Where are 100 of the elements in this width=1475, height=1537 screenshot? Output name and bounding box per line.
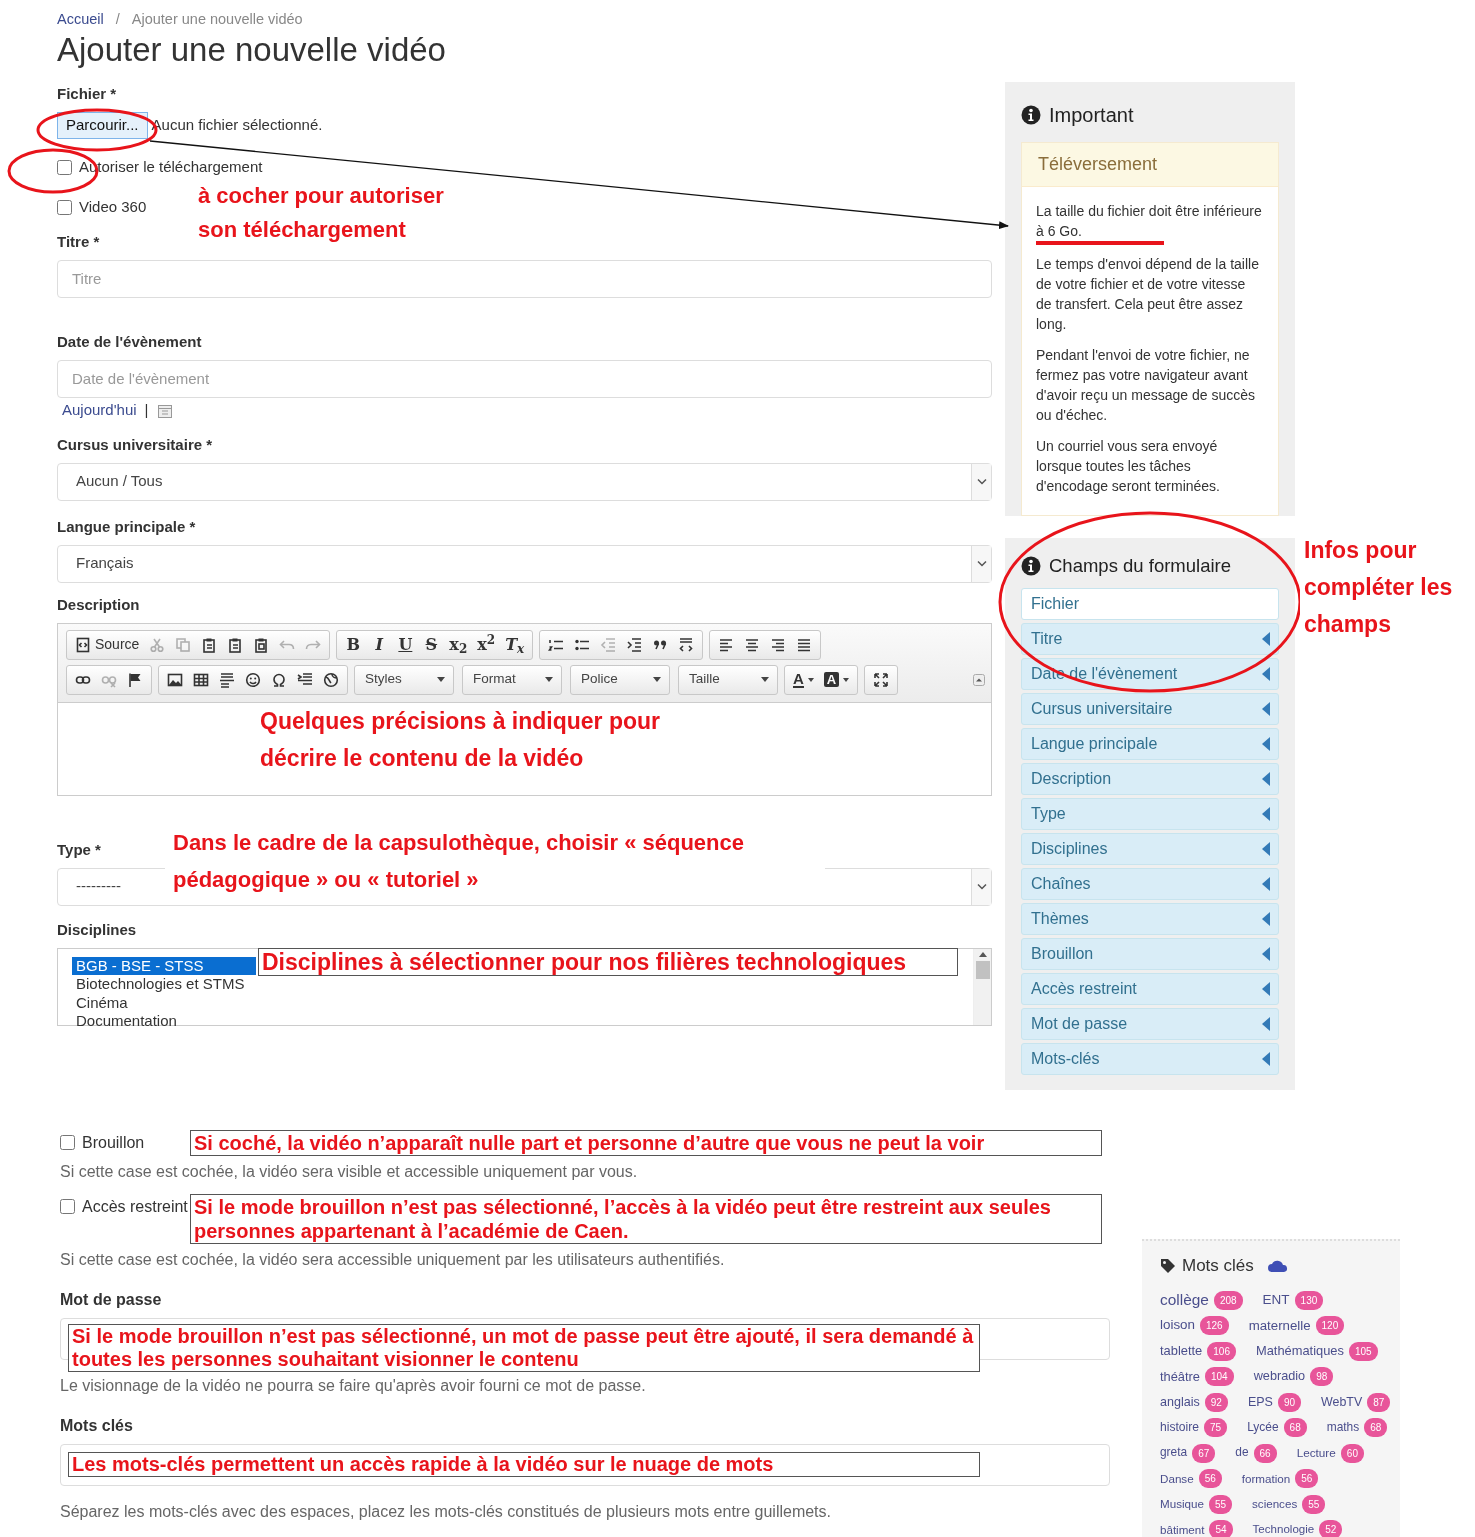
- scrollbar-thumb[interactable]: [975, 960, 990, 979]
- dropdown-caret-icon: [976, 560, 987, 567]
- keyword-tag[interactable]: Lycée 68: [1247, 1415, 1307, 1440]
- annotation-tooltip: Disciplines à sélectionner pour nos filières technologiques: [258, 947, 958, 976]
- text-color-button[interactable]: A: [788, 667, 819, 692]
- keyword-tag[interactable]: bâtiment 54: [1160, 1517, 1233, 1537]
- today-link[interactable]: Aujourd'hui: [62, 399, 137, 422]
- strikethrough-button[interactable]: S: [418, 632, 445, 657]
- count-badge: 56: [1198, 1469, 1222, 1488]
- caret-left-icon: [1262, 1051, 1270, 1066]
- keyword-tag[interactable]: tablette 106: [1160, 1339, 1236, 1363]
- flag-icon: [127, 671, 143, 688]
- keyword-tag[interactable]: EPS 90: [1247, 1390, 1302, 1414]
- keyword-tag[interactable]: maternelle 120: [1248, 1313, 1345, 1338]
- keyword-tag[interactable]: WebTV 87: [1321, 1390, 1391, 1414]
- help-text: Si cette case est cochée, la vidéo sera accessible uniquement par les utilisateurs authentifiés.: [60, 1249, 726, 1270]
- scrollbar[interactable]: [973, 948, 991, 1025]
- scroll-up-icon: [978, 951, 987, 957]
- source-button[interactable]: Source: [70, 632, 145, 657]
- caret-left-icon: [1262, 771, 1270, 786]
- style-dropdown[interactable]: Police: [570, 664, 670, 695]
- checkbox[interactable]: [57, 200, 72, 215]
- smiley-icon: [245, 671, 261, 688]
- keyword-tag[interactable]: ENT 130: [1262, 1288, 1324, 1312]
- count-badge: 75: [1204, 1418, 1228, 1437]
- style-dropdown[interactable]: Format: [462, 664, 562, 695]
- keyword-tag[interactable]: Technologie 52: [1252, 1517, 1343, 1537]
- annotation-text: à cocher pour autoriser son téléchargement: [198, 181, 445, 244]
- field-list-item[interactable]: Titre: [1021, 622, 1279, 655]
- subscript-button[interactable]: x$_{2}$: [444, 632, 473, 657]
- keyword-tag[interactable]: greta 67: [1160, 1441, 1216, 1465]
- field-label: Mot de passe: [60, 1289, 162, 1310]
- field-list-item[interactable]: Mots-clés: [1021, 1042, 1279, 1075]
- field-list-item[interactable]: Description: [1021, 762, 1279, 795]
- keyword-tag[interactable]: maths 68: [1326, 1415, 1388, 1440]
- field-list-item[interactable]: Thèmes: [1021, 902, 1279, 935]
- caret-left-icon: [1262, 876, 1270, 891]
- background-color-button[interactable]: A: [818, 667, 855, 692]
- keyword-tag[interactable]: formation 56: [1241, 1466, 1319, 1491]
- field-list-item[interactable]: Brouillon: [1021, 937, 1279, 970]
- horizontal-rule-icon: [219, 671, 235, 688]
- keyword-tag[interactable]: sciences 55: [1252, 1492, 1326, 1516]
- keyword-tag[interactable]: Musique 55: [1160, 1492, 1232, 1516]
- underline-button[interactable]: U: [392, 632, 419, 657]
- keyword-tag[interactable]: Mathématiques 105: [1256, 1339, 1378, 1363]
- field-list-item[interactable]: Langue principale: [1021, 727, 1279, 760]
- field-label: Titre *: [57, 231, 100, 252]
- count-badge: 106: [1207, 1341, 1236, 1361]
- title-input[interactable]: Titre: [57, 259, 992, 298]
- field-list-item[interactable]: Cursus universitaire: [1021, 692, 1279, 725]
- special-character-icon: [271, 671, 287, 688]
- calendar-button[interactable]: [156, 402, 173, 419]
- info-icon: [1021, 555, 1041, 576]
- count-badge: 54: [1209, 1520, 1233, 1537]
- list-option[interactable]: Biotechnologies et STMS: [72, 975, 256, 994]
- breadcrumb-link[interactable]: Accueil: [57, 9, 104, 30]
- checkbox[interactable]: [60, 1135, 75, 1151]
- browse-button[interactable]: Parcourir...: [57, 112, 148, 139]
- card-title: Téléversement: [1022, 143, 1278, 187]
- notice-text: Un courriel vous sera envoyé lorsque toutes les tâches d'encodage seront terminées.: [1036, 437, 1221, 496]
- cursus-select[interactable]: Aucun / Tous: [57, 462, 992, 501]
- list-option[interactable]: Cinéma: [72, 993, 256, 1012]
- field-list-item[interactable]: Chaînes: [1021, 867, 1279, 900]
- caret-left-icon: [1262, 701, 1270, 716]
- field-list-item[interactable]: Type: [1021, 797, 1279, 830]
- italic-button[interactable]: I: [366, 632, 393, 657]
- superscript-button[interactable]: x$^{2}$: [472, 632, 501, 657]
- keyword-tag[interactable]: collège 208: [1160, 1288, 1243, 1312]
- language-select[interactable]: Français: [57, 544, 992, 583]
- keyword-tag[interactable]: webradio 98: [1253, 1364, 1334, 1389]
- count-badge: 98: [1310, 1367, 1334, 1386]
- keyword-tag[interactable]: histoire 75: [1160, 1415, 1228, 1440]
- keyword-tag[interactable]: Danse 56: [1160, 1466, 1222, 1491]
- separator: |: [144, 400, 149, 421]
- style-dropdown[interactable]: Taille: [678, 664, 778, 695]
- count-badge: 105: [1348, 1341, 1378, 1361]
- field-list-item[interactable]: Disciplines: [1021, 832, 1279, 865]
- bold-button[interactable]: B: [340, 632, 367, 657]
- remove-format-button[interactable]: T$_{x}$: [500, 632, 530, 657]
- field-label: Cursus universitaire *: [57, 434, 213, 455]
- source-icon: [75, 636, 91, 653]
- disciplines-listbox[interactable]: BGB - BSE - STSS Biotechnologies et STMS Cinéma Documentation Disciplines à sélectionner pour nos filières technologiques: [57, 947, 992, 1026]
- checkbox[interactable]: [57, 160, 72, 175]
- editor-body[interactable]: Quelques précisions à indiquer pour décrire le contenu de la vidéo: [58, 702, 991, 795]
- date-input[interactable]: Date de l'évènement: [57, 359, 992, 398]
- style-dropdown[interactable]: Styles: [354, 664, 454, 695]
- keyword-tag[interactable]: Lecture 60: [1296, 1441, 1364, 1465]
- field-list-item[interactable]: Fichier: [1021, 587, 1279, 620]
- collapse-toolbar-button[interactable]: [973, 673, 985, 686]
- list-option[interactable]: BGB - BSE - STSS: [72, 956, 256, 975]
- notice-text: Pendant l'envoi de votre fichier, ne fermez pas votre navigateur avant d'avoir reçu un message de succès ou d'échec.: [1036, 346, 1256, 425]
- annotation-text: Si coché, la vidéo n’apparaît nulle part et personne d’autre que vous ne peut la voir: [190, 1129, 1102, 1156]
- keyword-tag[interactable]: de 66: [1235, 1441, 1277, 1465]
- field-list-item[interactable]: Mot de passe: [1021, 1007, 1279, 1040]
- field-list-item[interactable]: Accès restreint: [1021, 972, 1279, 1005]
- annotation-tooltip: Les mots-clés permettent un accès rapide à la vidéo sur le nuage de mots: [68, 1451, 980, 1477]
- keyword-tag[interactable]: théâtre 104: [1160, 1364, 1234, 1389]
- keyword-tag[interactable]: loison 126: [1160, 1313, 1229, 1338]
- keyword-tag[interactable]: anglais 92: [1160, 1390, 1228, 1414]
- checkbox[interactable]: [60, 1199, 75, 1215]
